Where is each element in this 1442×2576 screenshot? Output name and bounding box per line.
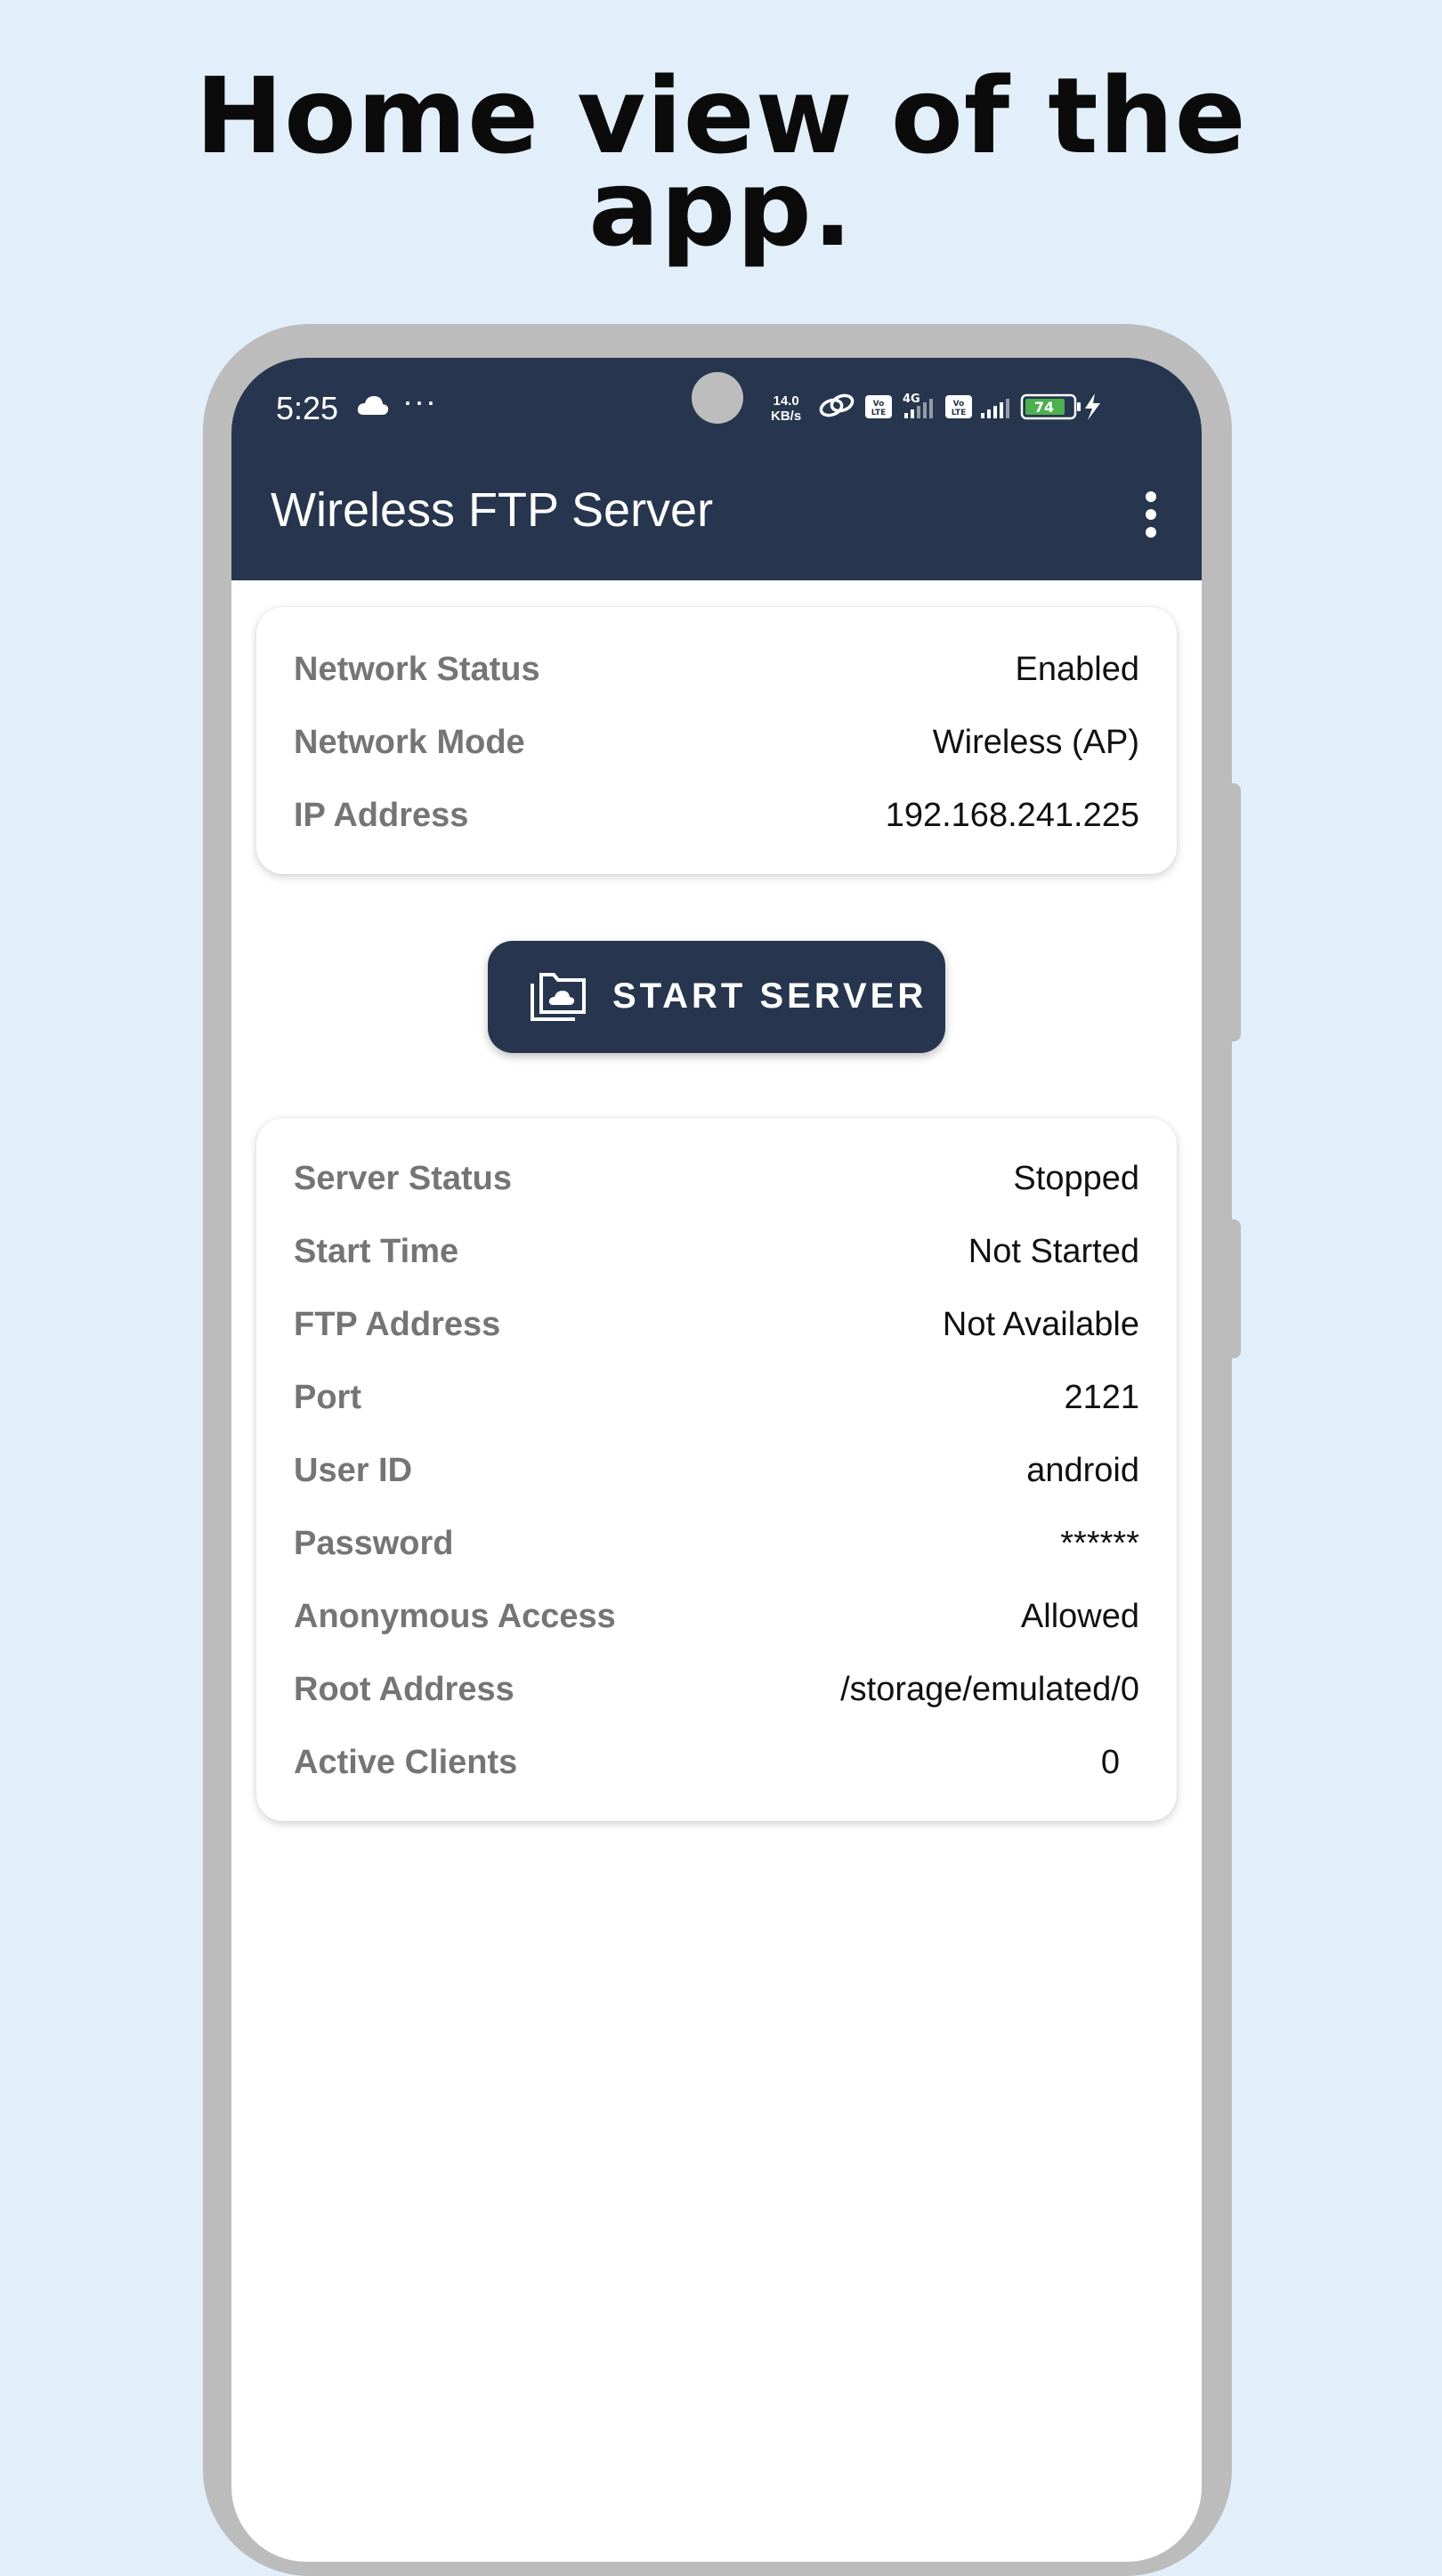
ip-address-value: 192.168.241.225 (885, 797, 1139, 834)
volte-icon-1: Vo LTE (865, 395, 892, 418)
status-icons: Vo LTE 4G Vo LTE 74 (819, 393, 1100, 420)
volume-button (1228, 783, 1241, 1041)
password-label: Password (294, 1525, 454, 1562)
cloud-icon (357, 396, 389, 415)
anonymous-access-row: Anonymous Access Allowed (294, 1590, 1139, 1643)
network-mode-value: Wireless (AP) (932, 724, 1139, 761)
network-speed: 14.0 KB/s (771, 393, 801, 424)
server-status-row: Server Status Stopped (294, 1152, 1139, 1205)
folder-cloud-icon (531, 973, 586, 1021)
port-row: Port 2121 (294, 1371, 1139, 1424)
active-clients-label: Active Clients (294, 1744, 518, 1781)
start-time-label: Start Time (294, 1233, 459, 1270)
ip-address-label: IP Address (294, 797, 469, 834)
root-address-row: Root Address /storage/emulated/0 (294, 1663, 1139, 1716)
ftp-address-label: FTP Address (294, 1306, 501, 1343)
root-address-label: Root Address (294, 1671, 514, 1708)
network-type: 4G (903, 393, 920, 406)
user-id-label: User ID (294, 1452, 413, 1489)
status-bar: 5:25 ··· 14.0 KB/s Vo LTE 4G Vo LTE 74 (231, 358, 1202, 465)
svg-text:LTE: LTE (871, 409, 887, 417)
hotspot-icon (819, 393, 855, 417)
server-info-card: Server Status Stopped Start Time Not Sta… (256, 1118, 1177, 1821)
header-bar: 5:25 ··· 14.0 KB/s Vo LTE 4G Vo LTE 74 W… (231, 358, 1202, 580)
headline: Home view of the app. (0, 63, 1442, 261)
status-time: 5:25 (276, 390, 339, 426)
network-status-label: Network Status (294, 651, 540, 688)
active-clients-row: Active Clients 0 (294, 1736, 1139, 1789)
battery-icon: 74 (1020, 393, 1081, 420)
app-title: Wireless FTP Server (271, 483, 714, 537)
phone-screen: 5:25 ··· 14.0 KB/s Vo LTE 4G Vo LTE 74 W… (231, 358, 1202, 2562)
active-clients-value: 0 (1100, 1744, 1120, 1781)
network-mode-label: Network Mode (294, 724, 525, 761)
network-status-value: Enabled (1015, 651, 1139, 688)
password-value: ****** (1060, 1525, 1139, 1562)
front-camera (692, 372, 743, 424)
network-mode-row: Network Mode Wireless (AP) (294, 716, 1139, 769)
port-label: Port (294, 1379, 361, 1416)
user-id-row: User ID android (294, 1444, 1139, 1497)
anonymous-access-label: Anonymous Access (294, 1598, 616, 1635)
ftp-address-value: Not Available (942, 1306, 1139, 1343)
svg-text:Vo: Vo (873, 400, 885, 409)
password-row: Password ****** (294, 1517, 1139, 1570)
network-speed-unit: KB/s (771, 409, 802, 424)
anonymous-access-value: Allowed (1020, 1598, 1139, 1635)
start-time-value: Not Started (968, 1233, 1139, 1270)
server-status-value: Stopped (1013, 1160, 1139, 1197)
server-status-label: Server Status (294, 1160, 513, 1197)
start-server-button[interactable]: START SERVER (488, 941, 945, 1053)
root-address-value: /storage/emulated/0 (840, 1671, 1139, 1708)
ip-address-row: IP Address 192.168.241.225 (294, 789, 1139, 842)
network-speed-value: 14.0 (773, 393, 799, 409)
battery-level: 74 (1034, 399, 1054, 416)
network-info-card: Network Status Enabled Network Mode Wire… (256, 607, 1177, 874)
svg-text:LTE: LTE (952, 409, 967, 417)
start-time-row: Start Time Not Started (294, 1225, 1139, 1278)
start-server-label: START SERVER (612, 976, 928, 1016)
volte-icon-2: Vo LTE (945, 395, 972, 418)
power-button (1228, 1219, 1241, 1358)
signal-icon-2 (981, 399, 1009, 418)
network-status-row: Network Status Enabled (294, 643, 1139, 696)
more-vert-icon[interactable] (1138, 490, 1164, 539)
more-notifications-icon: ··· (402, 383, 437, 419)
port-value: 2121 (1064, 1379, 1139, 1416)
charging-icon (1085, 393, 1100, 420)
user-id-value: android (1026, 1452, 1139, 1489)
ftp-address-row: FTP Address Not Available (294, 1298, 1139, 1351)
svg-text:Vo: Vo (953, 400, 965, 409)
